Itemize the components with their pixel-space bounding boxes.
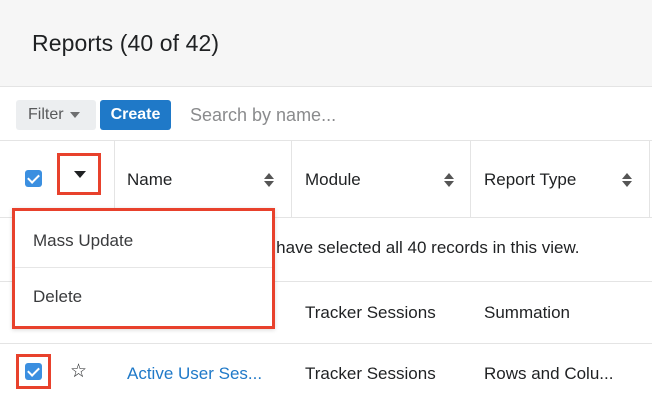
mass-actions-toggle[interactable] xyxy=(57,153,101,195)
row-checkbox[interactable] xyxy=(25,363,42,380)
row-module: Tracker Sessions xyxy=(305,364,436,383)
column-divider xyxy=(291,141,292,218)
filter-label: Filter xyxy=(28,106,64,123)
column-divider xyxy=(470,141,471,218)
caret-down-icon xyxy=(74,171,86,178)
mass-update-menu-item[interactable]: Mass Update xyxy=(33,231,133,251)
chevron-down-icon xyxy=(69,112,80,118)
row-report-type: Summation xyxy=(484,303,570,322)
filter-button[interactable]: Filter xyxy=(16,100,96,130)
search-input[interactable] xyxy=(176,100,646,130)
column-divider xyxy=(114,141,115,218)
column-header-name[interactable]: Name xyxy=(127,170,172,190)
column-header-module[interactable]: Module xyxy=(305,170,361,190)
page-title: Reports (40 of 42) xyxy=(32,30,220,56)
list-toolbar: Filter Create xyxy=(0,86,652,141)
row-report-type: Rows and Colu... xyxy=(484,364,614,383)
sort-icon[interactable] xyxy=(263,171,275,189)
sort-icon[interactable] xyxy=(443,171,455,189)
row-name-link[interactable]: Active User Ses... xyxy=(127,364,262,384)
create-button[interactable]: Create xyxy=(100,100,171,130)
sort-icon[interactable] xyxy=(621,171,633,189)
page-header: Reports (40 of 42) xyxy=(0,0,652,86)
column-header-report-type[interactable]: Report Type xyxy=(484,170,576,190)
delete-menu-item[interactable]: Delete xyxy=(33,287,82,307)
row-module: Tracker Sessions xyxy=(305,303,436,322)
select-all-checkbox[interactable] xyxy=(25,170,42,187)
column-divider xyxy=(649,141,650,218)
mass-actions-menu: Mass Update Delete xyxy=(12,208,275,329)
selection-notice: u have selected all 40 records in this v… xyxy=(262,238,580,257)
menu-divider xyxy=(15,267,272,268)
star-icon[interactable]: ☆ xyxy=(70,360,87,383)
